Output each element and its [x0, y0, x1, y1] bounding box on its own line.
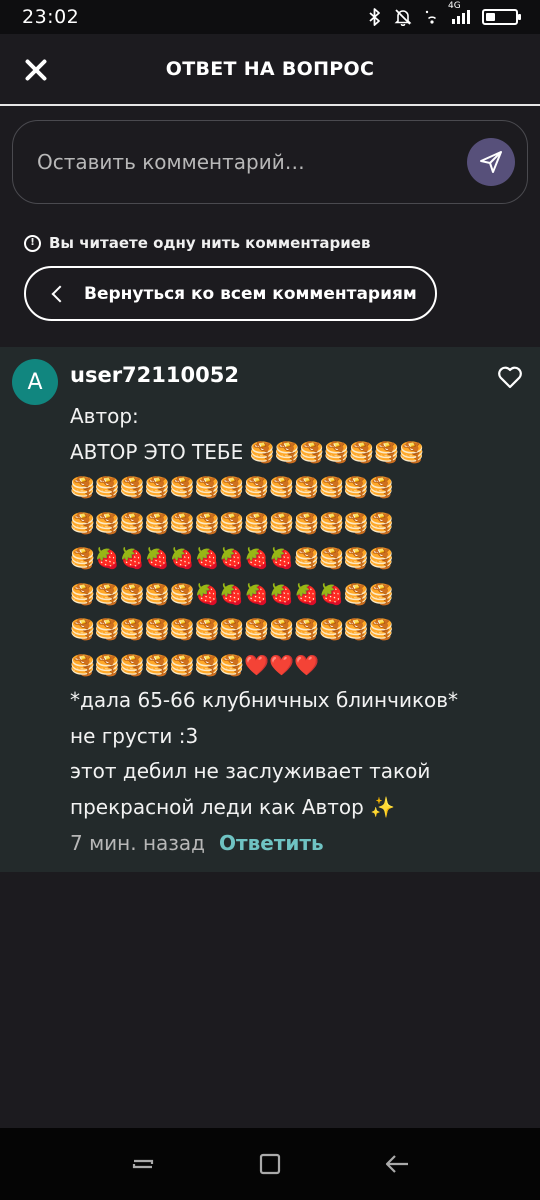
info-icon: !: [24, 234, 41, 252]
comment-meta: 7 мин. назад Ответить: [70, 831, 324, 855]
username[interactable]: user72110052: [70, 363, 239, 387]
comment-text: Автор: АВТОР ЭТО ТЕБЕ 🥞🥞🥞🥞🥞🥞🥞 🥞🥞🥞🥞🥞🥞🥞🥞🥞🥞…: [70, 404, 459, 819]
recent-apps-icon[interactable]: [123, 1144, 163, 1184]
bluetooth-icon: [369, 8, 380, 26]
wifi-icon: [425, 10, 437, 24]
back-to-all-comments-button[interactable]: Вернуться ко всем комментариям: [24, 266, 437, 321]
chevron-left-icon: [51, 285, 69, 302]
signal-type-label: 4G: [448, 1, 461, 11]
send-icon: [480, 151, 502, 173]
mute-icon: [394, 9, 412, 26]
battery-icon: [482, 9, 521, 25]
status-bar: 23:02 4G: [0, 0, 540, 34]
home-icon[interactable]: [250, 1144, 290, 1184]
comment-card: A user72110052 Автор: АВТОР ЭТО ТЕБЕ 🥞🥞🥞…: [0, 347, 540, 872]
comment-input[interactable]: [37, 150, 467, 174]
avatar[interactable]: A: [12, 359, 58, 405]
status-icons: 4G: [368, 1, 521, 26]
system-nav-bar: [0, 1128, 540, 1200]
page-title: ОТВЕТ НА ВОПРОС: [165, 58, 375, 80]
status-time: 23:02: [22, 6, 80, 28]
close-icon[interactable]: [20, 54, 52, 86]
back-button-label: Вернуться ко всем комментариям: [84, 283, 417, 304]
signal-icon: 4G: [448, 1, 470, 24]
comment-timestamp: 7 мин. назад: [70, 831, 206, 855]
heart-icon[interactable]: [496, 363, 524, 391]
thread-note: ! Вы читаете одну нить комментариев: [24, 234, 370, 252]
reply-button[interactable]: Ответить: [219, 831, 324, 855]
back-icon[interactable]: [377, 1144, 417, 1184]
header: ОТВЕТ НА ВОПРОС: [0, 34, 540, 106]
comment-input-container: [12, 120, 528, 204]
send-button[interactable]: [467, 138, 515, 186]
thread-note-text: Вы читаете одну нить комментариев: [49, 234, 371, 252]
